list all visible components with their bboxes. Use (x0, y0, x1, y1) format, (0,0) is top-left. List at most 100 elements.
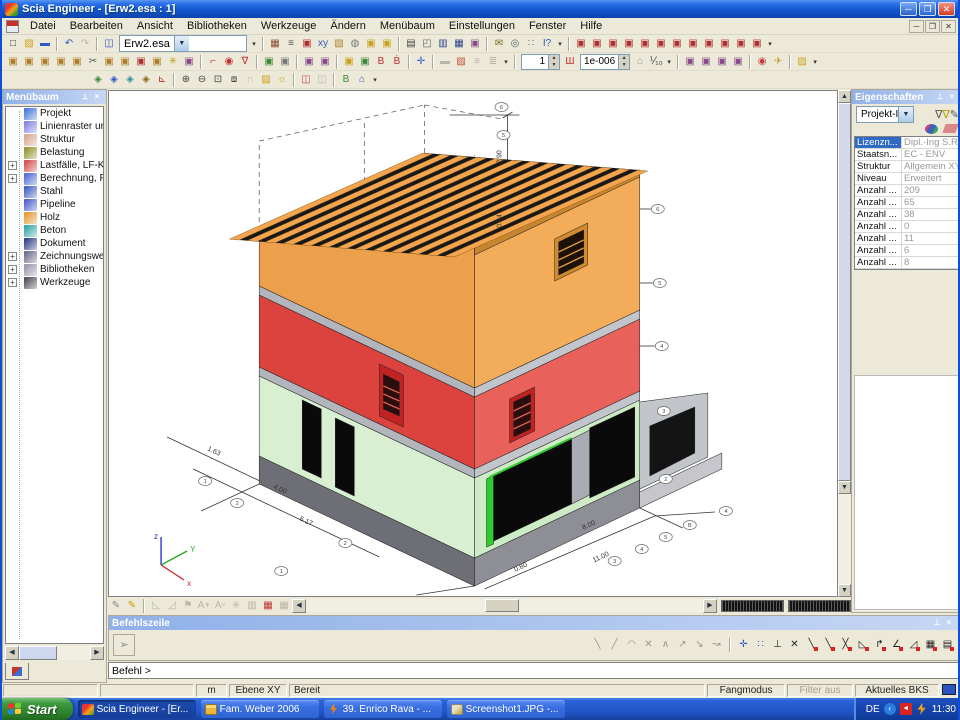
gray-pair-icon[interactable]: ▣ (341, 54, 357, 69)
tree-item-dokument[interactable]: Dokument (6, 237, 103, 250)
win-b-icon[interactable]: ▣ (698, 54, 714, 69)
pin-icon[interactable]: ⊥ (79, 92, 91, 103)
layout-a-icon[interactable]: ▣ (573, 36, 589, 51)
snap-tool-icon[interactable]: ◠ (623, 637, 640, 653)
property-row[interactable]: Anzahl ...0 (855, 221, 958, 233)
scale-spin[interactable]: 1▲▼ (521, 54, 560, 70)
bm-cm-icon[interactable]: ▦ (267, 36, 283, 51)
property-row[interactable]: Lizenzn...Dipl.-Ing S.Ry... (855, 137, 958, 149)
chevron-down-icon[interactable]: ▼ (898, 107, 913, 122)
layout-d-icon[interactable]: ▣ (621, 36, 637, 51)
snap-mode-icon[interactable]: ▤ (939, 637, 956, 653)
project-manager-icon[interactable]: ◫ (101, 36, 117, 51)
tree-item-berechnung-fe-n[interactable]: +Berechnung, FE-N (6, 172, 103, 185)
cut-line-icon[interactable]: ▣ (133, 54, 149, 69)
layers-gray2-icon[interactable]: ≣ (485, 54, 501, 69)
bulb-icon[interactable]: ☼ (274, 72, 290, 87)
pin-icon[interactable]: ⊥ (934, 92, 946, 103)
layout-k-icon[interactable]: ▣ (733, 36, 749, 51)
snap-tool-icon[interactable]: ↗ (674, 637, 691, 653)
layout-i-icon[interactable]: ▣ (701, 36, 717, 51)
dropdown-arrow-icon[interactable]: ▾ (555, 40, 565, 48)
folder-open-icon[interactable]: ▨ (794, 54, 810, 69)
snap-mode-icon[interactable]: ╳ (837, 637, 854, 653)
property-row[interactable]: Anzahl ...38 (855, 209, 958, 221)
win-red-icon[interactable]: ◫ (298, 72, 314, 87)
property-value[interactable]: 209 (902, 185, 958, 196)
property-value[interactable]: 6 (902, 245, 958, 256)
precision-spin[interactable]: 1e-006▲▼ (580, 54, 630, 70)
copy-e-icon[interactable]: ▣ (69, 54, 85, 69)
section-b-icon[interactable]: ▣ (379, 36, 395, 51)
spin-down-icon[interactable]: ▼ (549, 62, 559, 69)
layout-b-icon[interactable]: ▣ (589, 36, 605, 51)
scroll-thumb[interactable] (19, 646, 57, 660)
axo-b-icon[interactable]: ◈ (106, 72, 122, 87)
property-value[interactable]: Erweitert (902, 173, 958, 184)
animation-bar-2[interactable] (788, 600, 851, 612)
layout-e-icon[interactable]: ▣ (637, 36, 653, 51)
xy-vars-icon[interactable]: xy (315, 36, 331, 51)
spin-down-icon[interactable]: ▼ (619, 62, 629, 69)
zoom-window-icon[interactable]: ⊡ (210, 72, 226, 87)
cross-move-icon[interactable]: ✛ (413, 54, 429, 69)
snap-mode-icon[interactable]: ✛ (735, 637, 752, 653)
spin-buttons[interactable]: ▲▼ (548, 55, 559, 69)
pen-yellow-icon[interactable]: ✎ (124, 598, 140, 613)
book-gray-icon[interactable]: ▥ (244, 598, 260, 613)
tree-item-linienraster-und-g[interactable]: Linienraster und G (6, 120, 103, 133)
property-value[interactable]: 8 (902, 257, 958, 268)
restore-button[interactable]: ❐ (919, 2, 936, 16)
snap-mode-icon[interactable]: ∠ (888, 637, 905, 653)
red-axis-icon[interactable]: ⊾ (154, 72, 170, 87)
property-row[interactable]: Anzahl ...6 (855, 245, 958, 257)
task-button[interactable]: Screenshot1.JPG -... (447, 700, 565, 718)
layers-icon[interactable]: ≡ (283, 36, 299, 51)
zoom-out-icon[interactable]: ⊖ (194, 72, 210, 87)
expand-icon[interactable]: + (8, 174, 17, 183)
save-gray-icon[interactable]: ▬ (437, 54, 453, 69)
project-combo[interactable]: Erw2.esa▼ (119, 35, 247, 52)
pair-b-icon[interactable]: ▣ (117, 54, 133, 69)
new-icon[interactable]: □ (5, 36, 21, 51)
property-row[interactable]: StrukturAllgemein XYZ (855, 161, 958, 173)
scroll-up-icon[interactable]: ▲ (838, 90, 851, 103)
mdi-close-button[interactable]: ✕ (941, 20, 956, 33)
property-group-combo[interactable]: Projekt-I ▼ (856, 106, 914, 123)
winamp-tray-icon[interactable] (916, 703, 928, 715)
task-button[interactable]: 39. Enrico Rava - ... (324, 700, 442, 718)
copy-a-icon[interactable]: ▣ (5, 54, 21, 69)
snap-mode-icon[interactable]: ▦ (922, 637, 939, 653)
zoom-red-icon[interactable]: ◉ (221, 54, 237, 69)
folder-y-icon[interactable]: ▨ (258, 72, 274, 87)
abc-box-icon[interactable]: A▫ (212, 598, 228, 613)
gray-pair2-icon[interactable]: ▣ (357, 54, 373, 69)
vscroll-thumb[interactable] (838, 103, 851, 481)
eye-red-icon[interactable]: ◉ (754, 54, 770, 69)
menu-datei[interactable]: Datei (23, 19, 63, 33)
active-ucs-label[interactable]: Aktuelles BKS (855, 684, 939, 697)
copy-d-icon[interactable]: ▣ (53, 54, 69, 69)
task-button[interactable]: Scia Engineer - [Er... (78, 700, 196, 718)
pair-brown-icon[interactable]: ▣ (261, 54, 277, 69)
snap-tool-icon[interactable]: ╱ (606, 637, 623, 653)
menu-bearbeiten[interactable]: Bearbeiten (63, 19, 130, 33)
canvas-hscrollbar[interactable] (307, 599, 702, 612)
filter-flash-icon[interactable]: ∇ (942, 108, 949, 121)
property-row[interactable]: Anzahl ...8 (855, 257, 958, 269)
win-gray-icon[interactable]: ◫ (314, 72, 330, 87)
snap-mode-icon[interactable]: ⊥ (769, 637, 786, 653)
menu-ansicht[interactable]: Ansicht (130, 19, 180, 33)
snap-tool-icon[interactable]: ✕ (640, 637, 657, 653)
task-button[interactable]: Fam. Weber 2006 (201, 700, 319, 718)
add-a-icon[interactable]: ▣ (301, 54, 317, 69)
menu-ändern[interactable]: Ändern (323, 19, 372, 33)
menu-werkzeuge[interactable]: Werkzeuge (254, 19, 323, 33)
layout-f-icon[interactable]: ▣ (653, 36, 669, 51)
folder-red-icon[interactable]: ▨ (453, 54, 469, 69)
add-b-icon[interactable]: ▣ (317, 54, 333, 69)
zoom-all-icon[interactable]: ⧈ (226, 72, 242, 87)
eraser-icon[interactable] (942, 124, 958, 133)
abc-plus-icon[interactable]: A+ (196, 598, 212, 613)
expand-icon[interactable]: + (8, 252, 17, 261)
